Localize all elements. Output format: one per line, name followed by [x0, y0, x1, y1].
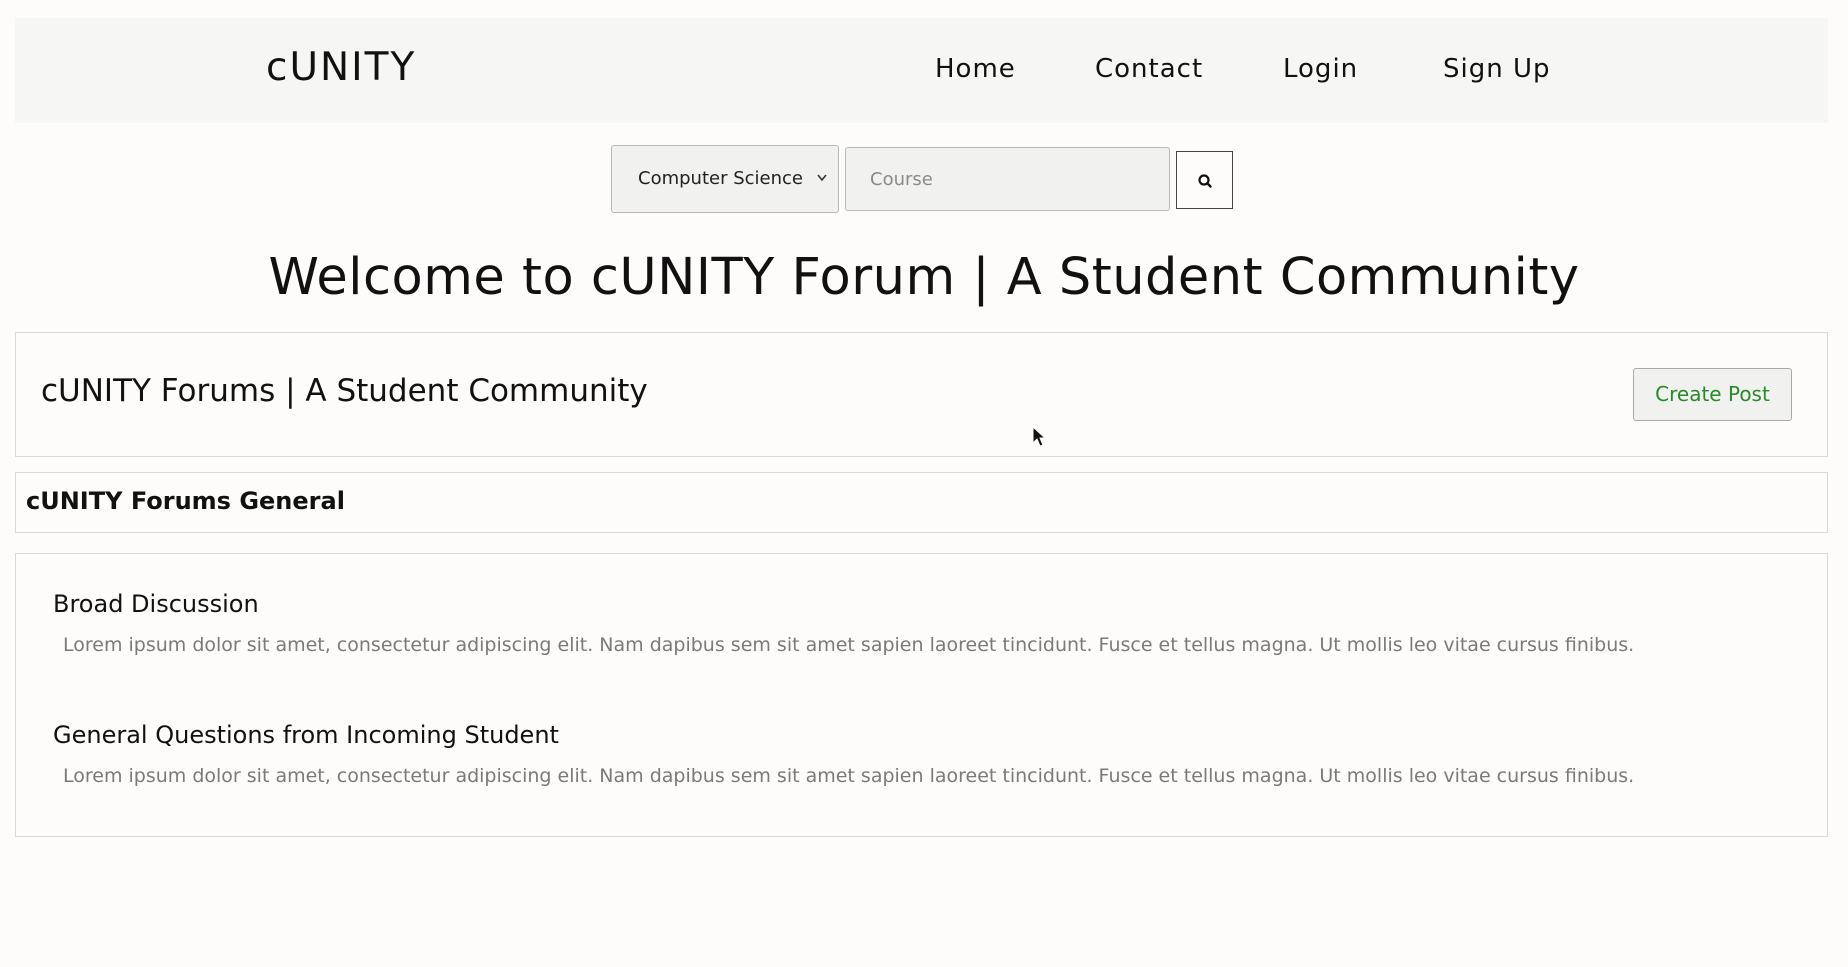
topic-description: Lorem ipsum dolor sit amet, consectetur …	[63, 765, 1635, 787]
department-select-value: Computer Science	[638, 168, 803, 189]
general-section-title: cUNITY Forums General	[26, 487, 345, 515]
nav-link-home[interactable]: Home	[935, 54, 1016, 84]
search-icon	[1177, 174, 1234, 214]
top-navbar: cUNITY Home Contact Login Sign Up	[15, 18, 1828, 123]
course-search-input[interactable]	[845, 147, 1170, 211]
general-section-header: cUNITY Forums General	[15, 472, 1828, 533]
forum-header-title: cUNITY Forums | A Student Community	[41, 373, 648, 409]
brand-logo-text[interactable]: cUNITY	[266, 45, 416, 90]
create-post-button[interactable]: Create Post	[1633, 368, 1792, 421]
department-select[interactable]: Computer Science	[611, 145, 839, 213]
nav-link-login[interactable]: Login	[1283, 54, 1358, 84]
search-button[interactable]	[1176, 151, 1233, 209]
chevron-down-icon	[816, 146, 828, 240]
forum-header-panel: cUNITY Forums | A Student Community Crea…	[15, 332, 1828, 457]
nav-link-sign-up[interactable]: Sign Up	[1443, 54, 1551, 84]
page-title: Welcome to cUNITY Forum | A Student Comm…	[268, 248, 1580, 307]
topics-list: Broad Discussion Lorem ipsum dolor sit a…	[15, 553, 1828, 837]
topic-description: Lorem ipsum dolor sit amet, consectetur …	[63, 634, 1635, 656]
topic-title-general-questions[interactable]: General Questions from Incoming Student	[53, 721, 559, 749]
topic-title-broad-discussion[interactable]: Broad Discussion	[53, 590, 259, 618]
nav-link-contact[interactable]: Contact	[1095, 54, 1203, 84]
mouse-cursor-icon	[1032, 425, 1048, 452]
